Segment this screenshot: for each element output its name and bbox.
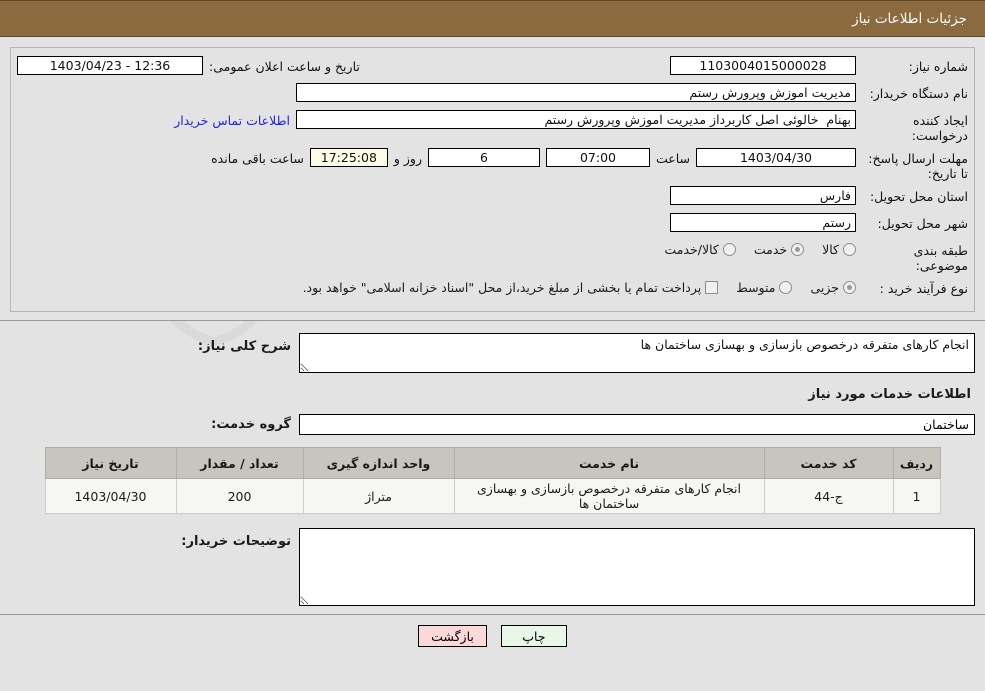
radio-process-minor[interactable]: [843, 281, 856, 294]
need-number-label: شماره نیاز:: [908, 59, 968, 74]
buyer-org-input[interactable]: [296, 83, 856, 102]
buyer-notes-label: توضیحات خریدار:: [181, 534, 291, 549]
general-description-textarea[interactable]: [299, 333, 975, 373]
purchase-process-radio-group: جزیی متوسط پرداخت تمام یا بخشی از مبلغ خ…: [289, 278, 856, 295]
service-group-label: گروه خدمت:: [211, 417, 291, 432]
page-root: جزئیات اطلاعات نیاز شماره نیاز: تاریخ و …: [0, 0, 985, 647]
radio-process-medium[interactable]: [779, 281, 793, 294]
col-date: تاریخ نیاز: [44, 447, 177, 479]
row-buyer-notes: توضیحات خریدار:: [10, 528, 975, 606]
treasury-payment-checkbox[interactable]: [705, 281, 719, 294]
purchase-process-label: نوع فرآیند خرید :: [879, 281, 968, 296]
remaining-clock: 17:25:08: [309, 148, 388, 167]
col-unit: واحد اندازه گیری: [302, 447, 455, 479]
delivery-city-input[interactable]: [670, 213, 856, 232]
radio-category-goods-label: کالا: [822, 242, 839, 257]
announce-datetime-label: تاریخ و ساعت اعلان عمومی:: [209, 59, 360, 74]
treasury-payment-note: پرداخت تمام یا بخشی از مبلغ خرید،از محل …: [302, 280, 702, 295]
cell-name: انجام کارهای متفرقه درخصوص بازسازی و بهس…: [453, 478, 765, 514]
row-buyer-org: نام دستگاه خریدار:: [17, 83, 968, 105]
services-table: ردیف کد خدمت نام خدمت واحد اندازه گیری ت…: [44, 447, 941, 514]
buyer-notes-textarea[interactable]: [299, 528, 975, 606]
remaining-days-label: روز و: [393, 151, 422, 166]
cell-quantity: 200: [175, 478, 304, 514]
remaining-days-input[interactable]: [427, 148, 540, 167]
row-subject-category: طبقه بندی موضوعی: کالا خدمت کالا/خدمت: [17, 240, 968, 273]
page-title: جزئیات اطلاعات نیاز: [852, 11, 967, 27]
need-info-panel-inner: شماره نیاز: تاریخ و ساعت اعلان عمومی: نا…: [10, 47, 975, 312]
table-row[interactable]: 1 ج-44 انجام کارهای متفرقه درخصوص بازساز…: [44, 478, 941, 514]
row-response-deadline: مهلت ارسال پاسخ: تا تاریخ: ساعت روز و 17…: [17, 148, 968, 181]
radio-category-service-label: خدمت: [753, 242, 788, 257]
need-body-section: شرح کلی نیاز: اطلاعات خدمات مورد نیاز گر…: [0, 321, 985, 612]
services-section-title: اطلاعات خدمات مورد نیاز: [808, 387, 971, 402]
buyer-contact-link[interactable]: اطلاعات تماس خریدار: [174, 111, 290, 128]
subject-category-radio-group: کالا خدمت کالا/خدمت: [650, 240, 856, 257]
col-name: نام خدمت: [453, 447, 765, 479]
row-delivery-city: شهر محل تحویل:: [17, 213, 968, 235]
row-need-number: شماره نیاز: تاریخ و ساعت اعلان عمومی:: [17, 56, 968, 78]
radio-category-goods[interactable]: [843, 243, 856, 256]
radio-category-goods-service[interactable]: [722, 243, 736, 256]
announce-datetime-input[interactable]: [17, 56, 203, 75]
need-number-input[interactable]: [670, 56, 856, 75]
deadline-date-input[interactable]: [696, 148, 856, 167]
table-header-row: ردیف کد خدمت نام خدمت واحد اندازه گیری ت…: [44, 447, 941, 479]
request-creator-input[interactable]: [296, 110, 856, 129]
col-code: کد خدمت: [763, 447, 894, 479]
general-description-label: شرح کلی نیاز:: [197, 339, 291, 354]
deadline-hour-input[interactable]: [545, 148, 650, 167]
need-info-panel: شماره نیاز: تاریخ و ساعت اعلان عمومی: نا…: [0, 37, 985, 321]
row-service-group: گروه خدمت:: [10, 414, 975, 435]
remaining-suffix-label: ساعت باقی مانده: [211, 151, 304, 166]
radio-process-medium-label: متوسط: [736, 280, 776, 295]
radio-category-goods-service-label: کالا/خدمت: [664, 242, 719, 257]
cell-date: 1403/04/30: [44, 478, 177, 514]
subject-category-label: طبقه بندی موضوعی:: [913, 243, 968, 273]
delivery-province-label: استان محل تحویل:: [869, 189, 968, 204]
row-request-creator: ایجاد کننده درخواست: اطلاعات تماس خریدار: [17, 110, 968, 143]
service-group-input[interactable]: [299, 414, 975, 435]
footer-actions: چاپ بازگشت: [0, 614, 985, 647]
request-creator-label: ایجاد کننده درخواست:: [911, 113, 968, 143]
cell-index: 1: [892, 478, 941, 514]
cell-unit: متراژ: [302, 478, 455, 514]
delivery-province-input[interactable]: [670, 186, 856, 205]
response-deadline-label: مهلت ارسال پاسخ: تا تاریخ:: [868, 151, 968, 181]
col-quantity: تعداد / مقدار: [175, 447, 304, 479]
row-general-description: شرح کلی نیاز:: [10, 333, 975, 373]
back-button[interactable]: بازگشت: [418, 625, 487, 647]
row-purchase-process: نوع فرآیند خرید : جزیی متوسط پرداخت تمام…: [17, 278, 968, 300]
print-button[interactable]: چاپ: [500, 625, 567, 647]
radio-category-service[interactable]: [791, 243, 805, 256]
buyer-org-label: نام دستگاه خریدار:: [869, 86, 968, 101]
window-title-bar: جزئیات اطلاعات نیاز: [0, 0, 985, 37]
row-delivery-province: استان محل تحویل:: [17, 186, 968, 208]
delivery-city-label: شهر محل تحویل:: [877, 216, 968, 231]
cell-code: ج-44: [763, 478, 894, 514]
col-index: ردیف: [892, 447, 941, 479]
radio-process-minor-label: جزیی: [810, 280, 839, 295]
deadline-hour-label: ساعت: [655, 151, 690, 166]
